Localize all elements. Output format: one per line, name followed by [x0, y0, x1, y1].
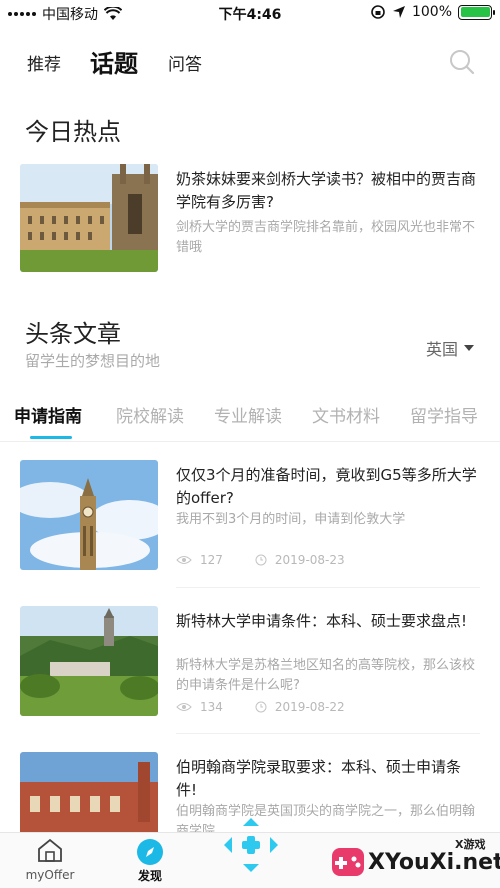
gamepad-logo-icon [332, 848, 364, 876]
divider [176, 733, 480, 734]
clock-icon [255, 701, 267, 713]
tab-study-abroad-guide[interactable]: 留学指导 [410, 402, 478, 427]
divider [176, 587, 480, 588]
tab-application-guide[interactable]: 申请指南 [14, 402, 82, 427]
dpad-icon[interactable] [216, 810, 286, 880]
search-icon[interactable] [448, 48, 476, 76]
status-bar: 中国移动 下午4:46 100% [0, 0, 500, 26]
site-watermark: XYouXi.net X游戏 [330, 836, 500, 888]
bottom-tab-label: myOffer [25, 868, 75, 882]
tab-recommend[interactable]: 推荐 [27, 50, 61, 75]
battery-icon [458, 4, 495, 20]
battery-percent: 100% [411, 4, 452, 20]
article-card[interactable]: 斯特林大学申请条件：本科、硕士要求盘点! 斯特林大学是苏格兰地区知名的高等院校，… [20, 606, 480, 718]
article-meta: 127 2019-08-23 [176, 553, 345, 567]
bottom-tab-label: 发现 [137, 869, 162, 883]
chevron-down-icon [464, 345, 474, 351]
watermark-tag: X游戏 [455, 838, 486, 851]
article-meta: 134 2019-08-22 [176, 700, 345, 714]
article-date: 2019-08-23 [274, 553, 345, 567]
headline-subtitle: 留学生的梦想目的地 [25, 352, 161, 370]
location-icon [392, 6, 405, 18]
hot-article-card[interactable]: 奶茶妹妹要来剑桥大学读书？被相中的贾吉商学院有多厉害? 剑桥大学的贾吉商学院排名… [20, 164, 480, 272]
eye-icon [176, 703, 192, 711]
tab-major-analysis[interactable]: 专业解读 [214, 402, 282, 427]
article-image [20, 460, 158, 570]
bottom-tab-myoffer[interactable]: myOffer [10, 837, 90, 882]
home-icon [38, 838, 62, 862]
active-tab-indicator [30, 436, 72, 439]
compass-icon [137, 839, 163, 865]
hot-article-desc: 剑桥大学的贾吉商学院排名靠前，校园风光也非常不错哦 [176, 220, 476, 255]
hot-article-image [20, 164, 158, 272]
article-date: 2019-08-22 [274, 700, 345, 714]
clock-icon [255, 554, 267, 566]
article-desc: 我用不到3个月的时间，申请到伦敦大学 [176, 512, 406, 527]
bottom-tab-discover[interactable]: 发现 [110, 837, 190, 884]
article-desc: 斯特林大学是苏格兰地区知名的高等院校，那么该校的申请条件是什么呢? [176, 658, 476, 693]
tab-topics[interactable]: 话题 [90, 44, 138, 79]
category-tabs: 申请指南 院校解读 专业解读 文书材料 留学指导 [0, 400, 500, 442]
article-title: 斯特林大学申请条件：本科、硕士要求盘点! [176, 612, 468, 630]
tab-documents[interactable]: 文书材料 [312, 402, 380, 427]
headline-section-title: 头条文章 [25, 320, 121, 348]
eye-icon [176, 556, 192, 564]
view-count: 127 [200, 553, 223, 567]
country-label: 英国 [425, 340, 458, 359]
tab-school-analysis[interactable]: 院校解读 [116, 402, 184, 427]
article-title: 伯明翰商学院录取要求：本科、硕士申请条件! [176, 758, 462, 799]
hot-article-title: 奶茶妹妹要来剑桥大学读书？被相中的贾吉商学院有多厉害? [176, 170, 477, 211]
article-title: 仅仅3个月的准备时间，竟收到G5等多所大学的offer? [176, 466, 477, 507]
watermark-text: XYouXi.net [368, 850, 500, 875]
view-count: 134 [200, 700, 223, 714]
article-card[interactable]: 仅仅3个月的准备时间，竟收到G5等多所大学的offer? 我用不到3个月的时间，… [20, 460, 480, 572]
country-selector[interactable]: 英国 [426, 336, 474, 360]
tab-qa[interactable]: 问答 [168, 50, 202, 75]
hot-section-title: 今日热点 [25, 118, 121, 146]
top-navigation: 推荐 话题 问答 [0, 40, 500, 84]
rotation-lock-icon [371, 5, 385, 19]
article-image [20, 606, 158, 716]
status-right: 100% [370, 4, 495, 20]
